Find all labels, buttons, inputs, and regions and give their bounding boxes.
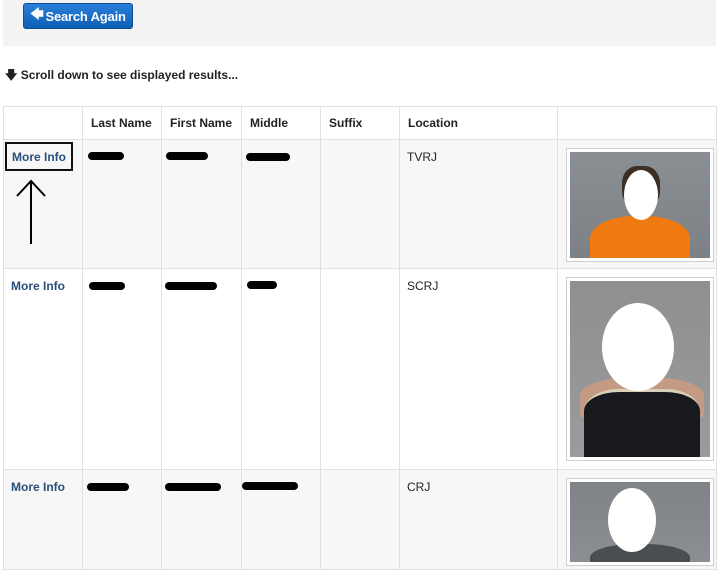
- mugshot-frame[interactable]: [566, 478, 714, 566]
- photo-cell: [557, 139, 717, 269]
- more-info-link[interactable]: More Info: [5, 142, 73, 171]
- top-toolbar: 🡄 Search Again: [3, 0, 716, 46]
- face-blur: [602, 303, 674, 391]
- orange-shirt: [590, 216, 690, 258]
- face-blur: [608, 488, 656, 552]
- mugshot-photo: [570, 281, 710, 457]
- mugshot-frame[interactable]: [566, 148, 714, 262]
- suffix-cell: [320, 268, 400, 470]
- redaction-mark: [246, 153, 290, 161]
- annotation-arrow-icon: [16, 179, 46, 244]
- redaction-mark: [88, 152, 124, 160]
- more-info-link[interactable]: More Info: [11, 279, 65, 293]
- mugshot-frame[interactable]: [566, 277, 714, 461]
- face-blur: [624, 170, 658, 220]
- header-suffix[interactable]: Suffix: [320, 106, 400, 140]
- location-value: CRJ: [407, 480, 431, 494]
- middle-name-cell: [241, 268, 321, 470]
- table-row: More Info SCRJ: [3, 268, 717, 470]
- header-location[interactable]: Location: [399, 106, 558, 140]
- redaction-mark: [165, 282, 217, 290]
- redaction-mark: [247, 281, 277, 289]
- photo-cell: [557, 469, 717, 570]
- suffix-cell: [320, 139, 400, 269]
- header-photo: [557, 106, 717, 140]
- location-cell: CRJ: [399, 469, 558, 570]
- photo-cell: [557, 268, 717, 470]
- search-again-label: Search Again: [45, 8, 126, 24]
- redaction-mark: [89, 282, 125, 290]
- header-middle[interactable]: Middle: [241, 106, 321, 140]
- mugshot-photo: [570, 482, 710, 562]
- middle-name-cell: [241, 469, 321, 570]
- actions-cell: More Info: [3, 469, 83, 570]
- search-again-button[interactable]: 🡄 Search Again: [23, 3, 133, 29]
- table-header-row: Last Name First Name Middle Suffix Locat…: [3, 106, 717, 140]
- mugshot-photo: [570, 152, 710, 258]
- header-actions: [3, 106, 83, 140]
- middle-name-cell: [241, 139, 321, 269]
- first-name-cell: [161, 139, 242, 269]
- suffix-cell: [320, 469, 400, 570]
- last-name-cell: [82, 139, 162, 269]
- actions-cell: More Info: [3, 139, 83, 269]
- actions-cell: More Info: [3, 268, 83, 470]
- header-first-name[interactable]: First Name: [161, 106, 242, 140]
- last-name-cell: [82, 268, 162, 470]
- arrow-left-icon: 🡄: [30, 6, 44, 21]
- location-cell: TVRJ: [399, 139, 558, 269]
- table-row: More Info TVRJ: [3, 139, 717, 269]
- first-name-cell: [161, 469, 242, 570]
- scroll-hint-text: Scroll down to see displayed results...: [20, 68, 239, 82]
- header-last-name[interactable]: Last Name: [82, 106, 162, 140]
- redaction-mark: [166, 152, 208, 160]
- last-name-cell: [82, 469, 162, 570]
- location-value: SCRJ: [407, 279, 439, 293]
- redaction-mark: [242, 482, 298, 490]
- more-info-link[interactable]: More Info: [11, 480, 65, 494]
- results-table: Last Name First Name Middle Suffix Locat…: [3, 106, 717, 570]
- location-value: TVRJ: [407, 150, 437, 164]
- first-name-cell: [161, 268, 242, 470]
- table-row: More Info CRJ: [3, 469, 717, 570]
- redaction-mark: [165, 483, 221, 491]
- redaction-mark: [87, 483, 129, 491]
- location-cell: SCRJ: [399, 268, 558, 470]
- scroll-hint: 🡇 Scroll down to see displayed results..…: [5, 66, 238, 87]
- arrow-down-icon: 🡇: [5, 68, 18, 82]
- black-jersey: [584, 389, 700, 457]
